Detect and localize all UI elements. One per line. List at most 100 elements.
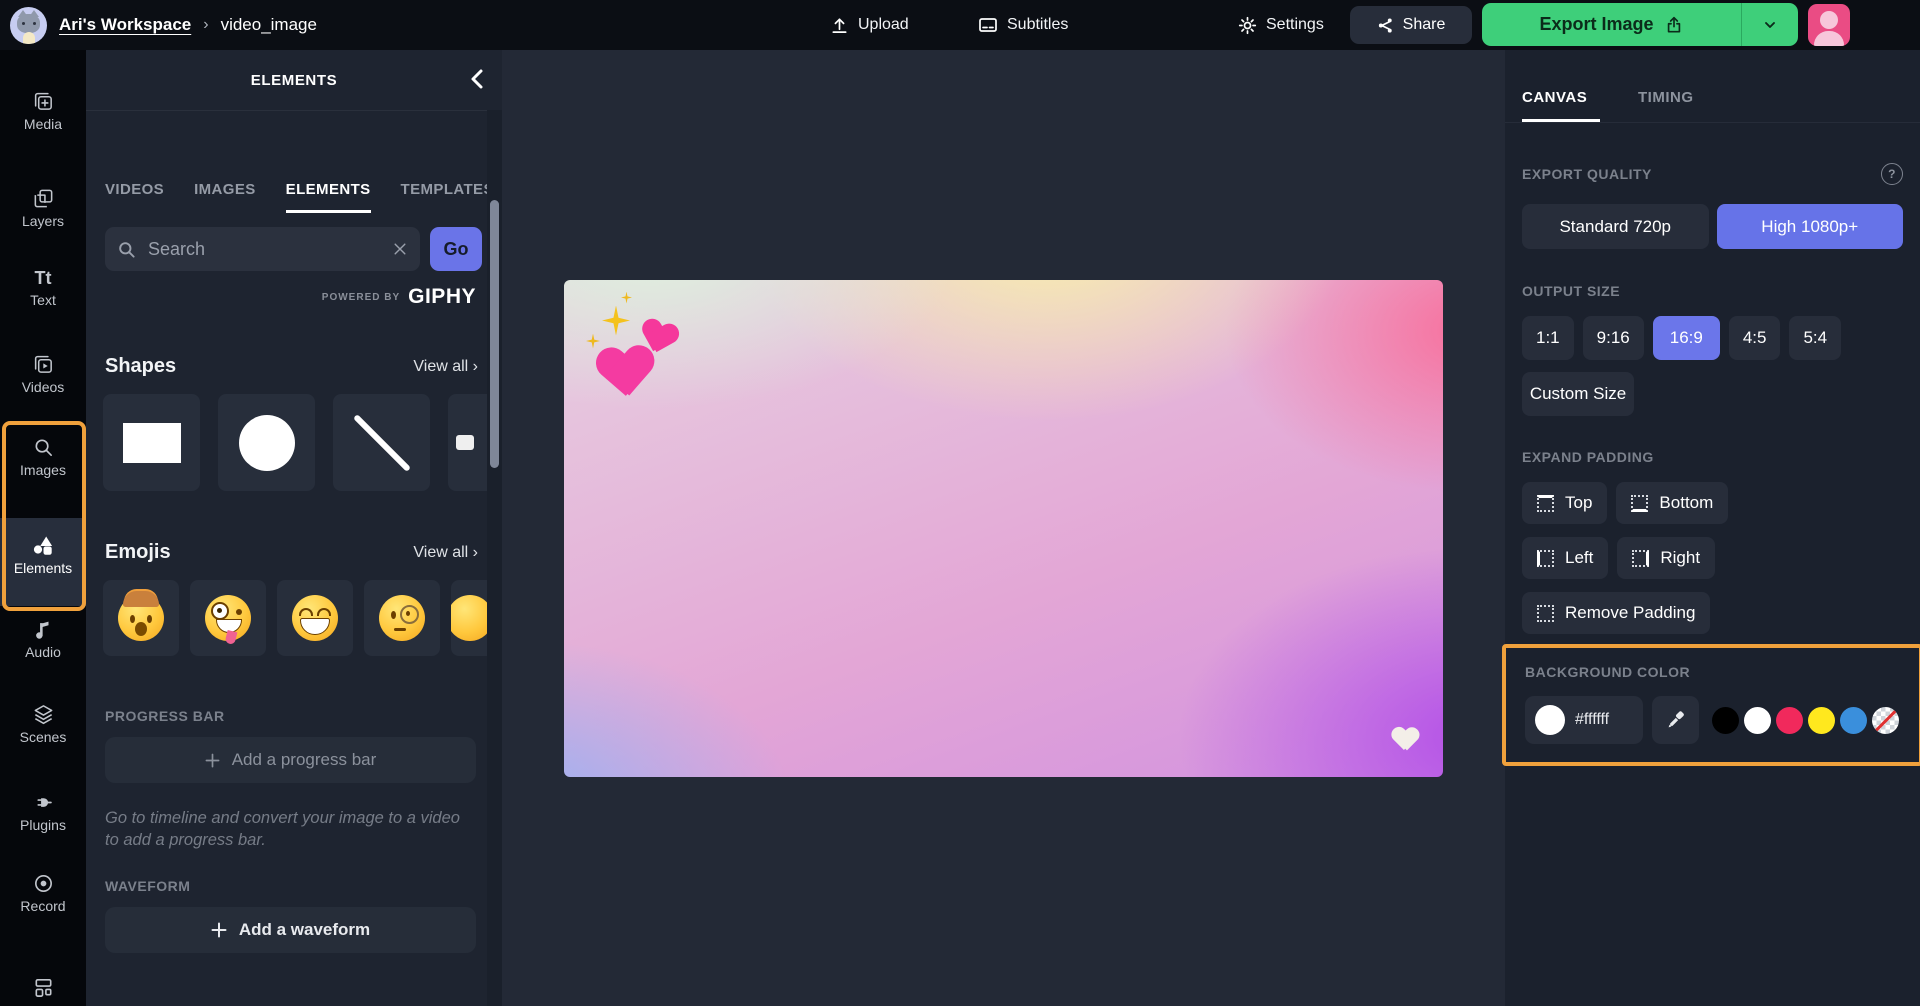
rounded-square-shape (456, 435, 474, 450)
share-button[interactable]: Share (1350, 6, 1472, 44)
panel-scrollbar-thumb[interactable] (490, 200, 499, 468)
shape-tile-circle[interactable] (218, 394, 315, 491)
sidebar-item-templates[interactable] (0, 958, 86, 1006)
padding-row-1: Top Bottom (1522, 482, 1903, 524)
swatch-transparent[interactable] (1872, 707, 1899, 734)
swatch-red[interactable] (1776, 707, 1803, 734)
record-icon (32, 872, 55, 895)
color-swatches (1712, 707, 1899, 734)
sidebar-item-text[interactable]: Tt Text (0, 258, 86, 316)
collapse-panel-button[interactable] (468, 68, 486, 90)
settings-button[interactable]: Settings (1238, 0, 1324, 50)
shapes-view-all-link[interactable]: View all › (413, 358, 478, 376)
tab-videos[interactable]: VIDEOS (105, 181, 164, 213)
sidebar-item-images[interactable]: Images (0, 428, 86, 486)
output-size-options: 1:1 9:16 16:9 4:5 5:4 (1522, 316, 1903, 360)
ratio-16-9-button[interactable]: 16:9 (1653, 316, 1720, 360)
sparkles-sticker[interactable] (602, 306, 630, 336)
swatch-yellow[interactable] (1808, 707, 1835, 734)
export-image-button[interactable]: Export Image (1482, 3, 1798, 46)
progress-bar-heading: PROGRESS BAR (105, 708, 502, 724)
elements-panel: ELEMENTS VIDEOS IMAGES ELEMENTS TEMPLATE… (86, 50, 502, 1006)
tab-templates[interactable]: TEMPLATES (401, 181, 494, 213)
shape-tile-line[interactable] (333, 394, 430, 491)
pad-left-button[interactable]: Left (1522, 537, 1608, 579)
shapes-row (103, 394, 502, 491)
workspace-name-link[interactable]: Ari's Workspace (59, 15, 191, 35)
file-name[interactable]: video_image (221, 15, 317, 35)
emoji-tile-zany-face[interactable] (190, 580, 266, 656)
ratio-5-4-button[interactable]: 5:4 (1789, 316, 1841, 360)
media-icon (32, 90, 55, 113)
eyedropper-button[interactable] (1652, 696, 1699, 744)
emojis-row (103, 580, 502, 656)
swatch-white[interactable] (1744, 707, 1771, 734)
swatch-blue[interactable] (1840, 707, 1867, 734)
giphy-attribution: POWERED BY GIPHY (86, 285, 476, 309)
pad-top-icon (1537, 495, 1554, 512)
add-waveform-button[interactable]: Add a waveform (105, 907, 476, 953)
search-icon (117, 240, 136, 259)
upload-button[interactable]: Upload (830, 0, 909, 50)
waveform-heading: WAVEFORM (105, 878, 502, 894)
emoji-tile-exploding-head[interactable] (103, 580, 179, 656)
sidebar-item-audio[interactable]: Audio (0, 610, 86, 668)
search-go-button[interactable]: Go (430, 227, 482, 271)
background-color-heading: BACKGROUND COLOR (1525, 664, 1903, 680)
sidebar-item-videos[interactable]: Videos (0, 345, 86, 403)
white-heart-sticker[interactable] (1392, 728, 1419, 752)
tab-canvas[interactable]: CANVAS (1522, 89, 1600, 122)
pad-right-button[interactable]: Right (1617, 537, 1715, 579)
pad-right-icon (1632, 550, 1649, 567)
sidebar-item-elements[interactable]: Elements (0, 525, 86, 583)
sidebar-item-record[interactable]: Record (0, 864, 86, 922)
videos-icon (32, 353, 55, 376)
current-color-dot (1535, 705, 1565, 735)
ratio-9-16-button[interactable]: 9:16 (1583, 316, 1644, 360)
sidebar-item-plugins[interactable]: Plugins (0, 783, 86, 841)
ratio-4-5-button[interactable]: 4:5 (1729, 316, 1781, 360)
pad-top-button[interactable]: Top (1522, 482, 1607, 524)
circle-shape (239, 415, 295, 471)
padding-row-2: Left Right (1522, 537, 1903, 579)
canvas-image[interactable] (564, 280, 1443, 777)
profile-avatar[interactable] (1808, 4, 1850, 46)
swatch-black[interactable] (1712, 707, 1739, 734)
shape-tile-rectangle[interactable] (103, 394, 200, 491)
line-shape (353, 414, 411, 472)
workspace-avatar[interactable] (10, 7, 47, 44)
quality-standard-720p-button[interactable]: Standard 720p (1522, 204, 1709, 249)
sidebar-item-media[interactable]: Media (0, 82, 86, 140)
background-color-value-button[interactable]: #ffffff (1525, 696, 1643, 744)
two-hearts-sticker-big[interactable] (595, 346, 656, 402)
search-input[interactable] (146, 238, 382, 261)
custom-size-button[interactable]: Custom Size (1522, 372, 1634, 416)
color-hex-value: #ffffff (1575, 711, 1609, 729)
export-options-dropdown[interactable] (1741, 3, 1798, 46)
search-row: Go (105, 227, 482, 271)
text-icon: Tt (35, 267, 52, 289)
quality-high-1080p-button[interactable]: High 1080p+ (1717, 204, 1904, 249)
plus-icon (211, 922, 227, 938)
ratio-1-1-button[interactable]: 1:1 (1522, 316, 1574, 360)
remove-padding-button[interactable]: Remove Padding (1522, 592, 1710, 634)
help-icon[interactable] (1881, 163, 1903, 185)
panel-title: ELEMENTS (251, 72, 337, 89)
pad-bottom-button[interactable]: Bottom (1616, 482, 1728, 524)
emoji-tile-monocle[interactable] (364, 580, 440, 656)
tab-timing[interactable]: TIMING (1638, 89, 1694, 122)
tab-images[interactable]: IMAGES (194, 181, 256, 213)
tab-elements[interactable]: ELEMENTS (286, 181, 371, 213)
shapes-section-header: Shapes View all › (105, 355, 478, 378)
sidebar-item-scenes[interactable]: Scenes (0, 695, 86, 753)
subtitles-button[interactable]: Subtitles (978, 0, 1068, 50)
add-progress-bar-button[interactable]: Add a progress bar (105, 737, 476, 783)
emojis-view-all-link[interactable]: View all › (413, 544, 478, 562)
sidebar-item-layers[interactable]: Layers (0, 179, 86, 237)
emoji-tile-beaming-face[interactable] (277, 580, 353, 656)
templates-icon (32, 976, 55, 999)
rectangle-shape (123, 423, 181, 463)
clear-search-icon[interactable] (392, 241, 408, 257)
upload-icon (830, 16, 849, 35)
remove-padding-icon (1537, 605, 1554, 622)
